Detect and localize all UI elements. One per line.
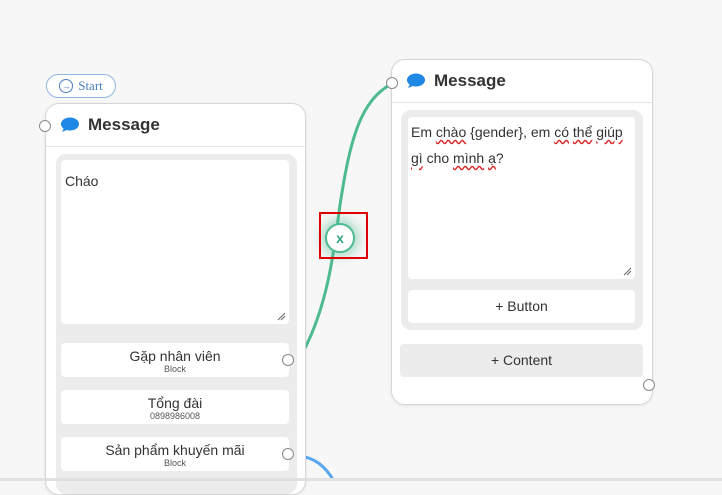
start-badge[interactable]: → Start (46, 74, 116, 98)
add-button-button[interactable]: + Button (408, 290, 635, 323)
start-label: Start (78, 78, 103, 93)
card-title: Message (88, 115, 160, 134)
misspelled-word: có (554, 124, 569, 140)
output-port[interactable] (282, 354, 294, 366)
misspelled-word: ạ (488, 150, 496, 166)
button-subtitle: Block (163, 458, 186, 468)
output-port[interactable] (282, 448, 294, 460)
chat-bubble-icon (407, 73, 425, 88)
text-segment: cho (422, 150, 454, 166)
text-segment: ? (495, 150, 504, 166)
card-title: Message (434, 71, 506, 90)
button-subtitle: Block (163, 364, 186, 374)
chat-bubble-icon (61, 117, 79, 132)
add-content-button[interactable]: + Content (400, 344, 643, 377)
flow-canvas[interactable]: → Start Message Cháo Gặp nhân viên Block… (0, 0, 722, 495)
quick-reply-button[interactable]: Sản phẩm khuyến mãi Block (61, 437, 289, 471)
misspelled-word: chào (435, 124, 467, 140)
input-port[interactable] (386, 77, 398, 89)
misspelled-word: giúp (596, 124, 623, 140)
card-header: Message (46, 104, 305, 147)
add-content-label: + Content (490, 352, 553, 368)
output-port[interactable] (643, 379, 655, 391)
button-title: Sản phẩm khuyến mãi (105, 442, 245, 458)
button-title: Gặp nhân viên (129, 348, 221, 364)
input-port[interactable] (39, 120, 51, 132)
message-text-input[interactable]: Em chào {gender}, em có thể giúp gì cho … (408, 117, 635, 279)
arrow-right-icon: → (59, 79, 74, 93)
quick-reply-button[interactable]: Gặp nhân viên Block (61, 343, 289, 377)
text-segment: {gender}, em (466, 124, 555, 140)
resize-handle-icon[interactable] (277, 312, 286, 321)
misspelled-word: mình (453, 150, 485, 166)
message-text-input[interactable]: Cháo (61, 160, 289, 324)
text-segment: Em (411, 124, 436, 140)
message-text: Cháo (65, 173, 99, 189)
misspelled-word: thể (572, 124, 593, 140)
resize-handle-icon[interactable] (623, 267, 632, 276)
card-header: Message (392, 60, 652, 103)
quick-reply-button[interactable]: Tổng đài 0898986008 (61, 390, 289, 424)
highlight-box (319, 212, 368, 259)
button-subtitle: 0898986008 (149, 411, 201, 421)
button-title: Tổng đài (147, 395, 203, 411)
misspelled-word: gì (411, 150, 423, 166)
add-button-label: + Button (495, 298, 548, 314)
message-text: Em chào {gender}, em có thể giúp gì cho … (411, 124, 623, 166)
